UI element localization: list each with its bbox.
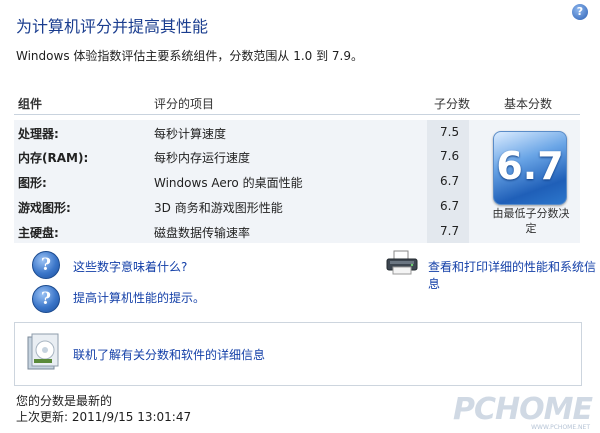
base-score-value: 6.7 [496,144,564,188]
component-label: 内存(RAM): [18,151,89,165]
link-online-info[interactable]: 联机了解有关分数和软件的详细信息 [73,346,265,363]
page-title: 为计算机评分并提高其性能 [16,17,209,36]
header-item: 评分的项目 [154,97,215,111]
subscore-value: 7.5 [440,125,460,139]
question-icon: ? [32,285,60,313]
software-box-icon [27,333,59,370]
item-label: Windows Aero 的桌面性能 [154,176,303,190]
help-icon[interactable]: ? [572,4,588,20]
watermark-logo: PCHOME [453,392,593,427]
header-divider [14,114,580,115]
printer-icon [386,250,418,275]
component-label: 处理器: [18,127,59,141]
header-component: 组件 [18,97,43,111]
subscore-value: 7.6 [440,149,460,163]
page-subtitle: Windows 体验指数评估主要系统组件，分数范围从 1.0 到 7.9。 [16,49,363,63]
component-label: 图形: [18,176,47,190]
score-status: 您的分数是最新的 [16,394,113,408]
header-subscore: 子分数 [434,97,471,111]
subscore-value: 6.7 [440,174,460,188]
link-performance-tips[interactable]: 提高计算机性能的提示。 [73,289,205,306]
base-score-badge: 6.7 [493,131,567,205]
table-row: 主硬盘: 磁盘数据传输速率 7.7 [14,219,469,243]
watermark-url: WWW.PCHOME.NET [531,424,590,431]
item-label: 每秒计算速度 [154,127,227,141]
item-label: 每秒内存运行速度 [154,151,251,165]
item-label: 磁盘数据传输速率 [154,226,251,240]
table-row: 处理器: 每秒计算速度 7.5 [14,120,469,144]
component-label: 游戏图形: [18,201,71,215]
table-row: 内存(RAM): 每秒内存运行速度 7.6 [14,144,469,168]
header-base-score: 基本分数 [504,97,553,111]
question-icon: ? [32,251,60,279]
link-score-meaning[interactable]: 这些数字意味着什么? [73,258,187,275]
component-label: 主硬盘: [18,226,59,240]
table-row: 图形: Windows Aero 的桌面性能 6.7 [14,169,469,193]
item-label: 3D 商务和游戏图形性能 [154,201,283,215]
subscore-value: 7.7 [440,224,460,238]
subscore-value: 6.7 [440,199,460,213]
link-print-details[interactable]: 查看和打印详细的性能和系统信息 [428,258,600,292]
last-update-time: 上次更新: 2011/9/15 13:01:47 [16,410,192,424]
base-score-note: 由最低子分数决定 [492,207,570,235]
table-row: 游戏图形: 3D 商务和游戏图形性能 6.7 [14,194,469,218]
